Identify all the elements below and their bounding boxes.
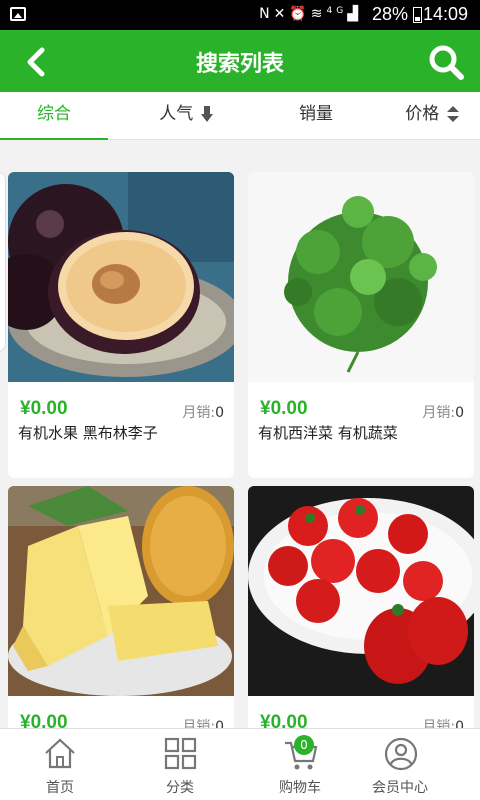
sort-icon bbox=[446, 106, 459, 122]
bottom-nav: 首页 分类 购物车 0 会员中心 bbox=[0, 728, 480, 800]
product-card[interactable]: ¥0.00 月销:0 bbox=[248, 486, 474, 728]
tab-price[interactable]: 价格 bbox=[378, 92, 480, 140]
tab-sales[interactable]: 销量 bbox=[262, 92, 370, 140]
alarm-icon: ⏰ bbox=[289, 6, 311, 22]
sales-count: 0 bbox=[215, 719, 224, 728]
product-card[interactable]: ¥0.00 月销:0 有机水果 黑布林李子 bbox=[8, 172, 234, 478]
sales-label: 月销: bbox=[422, 719, 456, 728]
status-time: 14:09 bbox=[422, 4, 468, 24]
status-icons: N✕⏰≋4G▟ bbox=[259, 6, 362, 22]
tab-comprehensive[interactable]: 综合 bbox=[0, 92, 108, 140]
sales-count: 0 bbox=[455, 405, 464, 421]
sales-count: 0 bbox=[215, 405, 224, 421]
arrow-down-icon bbox=[200, 106, 213, 122]
product-image-plum bbox=[8, 172, 234, 382]
monthly-sales: 月销:0 bbox=[182, 402, 224, 422]
mute-icon: ✕ bbox=[273, 6, 290, 22]
wifi-icon: ≋ bbox=[310, 6, 327, 22]
nav-category[interactable]: 分类 bbox=[120, 729, 240, 800]
tab-label: 销量 bbox=[299, 104, 333, 124]
home-icon bbox=[45, 738, 75, 769]
monthly-sales: 月销:0 bbox=[422, 402, 464, 422]
product-image-watercress bbox=[248, 172, 474, 382]
monthly-sales: 月销:0 bbox=[182, 716, 224, 728]
tab-popularity[interactable]: 人气 bbox=[132, 92, 240, 140]
tab-label: 综合 bbox=[37, 104, 71, 124]
tab-label: 人气 bbox=[159, 104, 194, 124]
sales-label: 月销: bbox=[182, 719, 216, 728]
product-price: ¥0.00 bbox=[20, 712, 68, 728]
product-card[interactable]: ¥0.00 月销:0 有机西洋菜 有机蔬菜 bbox=[248, 172, 474, 478]
header: 搜索列表 bbox=[0, 30, 480, 92]
nav-label: 首页 bbox=[46, 780, 74, 796]
nav-home[interactable]: 首页 bbox=[0, 729, 120, 800]
battery-icon bbox=[413, 7, 422, 23]
product-price: ¥0.00 bbox=[20, 398, 68, 419]
battery-percent: 28% bbox=[371, 4, 408, 24]
product-name: 有机西洋菜 有机蔬菜 bbox=[258, 424, 398, 442]
cart-badge: 0 bbox=[294, 735, 314, 755]
nav-label: 会员中心 bbox=[372, 780, 428, 796]
page-title: 搜索列表 bbox=[195, 52, 284, 77]
search-icon bbox=[429, 45, 464, 80]
nfc-icon: N bbox=[259, 6, 274, 22]
gallery-icon bbox=[10, 7, 26, 21]
product-image-pineapple bbox=[8, 486, 234, 696]
network-label: 4G bbox=[326, 6, 348, 16]
monthly-sales: 月销:0 bbox=[422, 716, 464, 728]
product-card[interactable]: ¥0.00 月销:0 bbox=[8, 486, 234, 728]
sales-label: 月销: bbox=[422, 405, 456, 421]
status-bar: N✕⏰≋4G▟ 28% 14:09 bbox=[0, 0, 480, 30]
partial-card bbox=[0, 172, 6, 352]
sort-bar: 综合 人气 销量 价格 bbox=[0, 92, 480, 140]
user-icon bbox=[384, 737, 418, 771]
signal-icon: ▟ bbox=[347, 6, 362, 22]
product-image-tomato bbox=[248, 486, 474, 696]
sales-count: 0 bbox=[455, 719, 464, 728]
product-price: ¥0.00 bbox=[260, 398, 308, 419]
nav-member[interactable]: 会员中心 bbox=[340, 729, 460, 800]
product-price: ¥0.00 bbox=[260, 712, 308, 728]
search-button[interactable] bbox=[426, 42, 466, 82]
category-grid-icon bbox=[164, 737, 197, 770]
tab-label: 价格 bbox=[405, 104, 440, 124]
product-name: 有机水果 黑布林李子 bbox=[18, 424, 158, 442]
nav-label: 分类 bbox=[166, 780, 194, 796]
product-grid: ¥0.00 月销:0 有机水果 黑布林李子 ¥0.00 月销:0 有机西洋菜 有… bbox=[0, 140, 480, 728]
sales-label: 月销: bbox=[182, 405, 216, 421]
